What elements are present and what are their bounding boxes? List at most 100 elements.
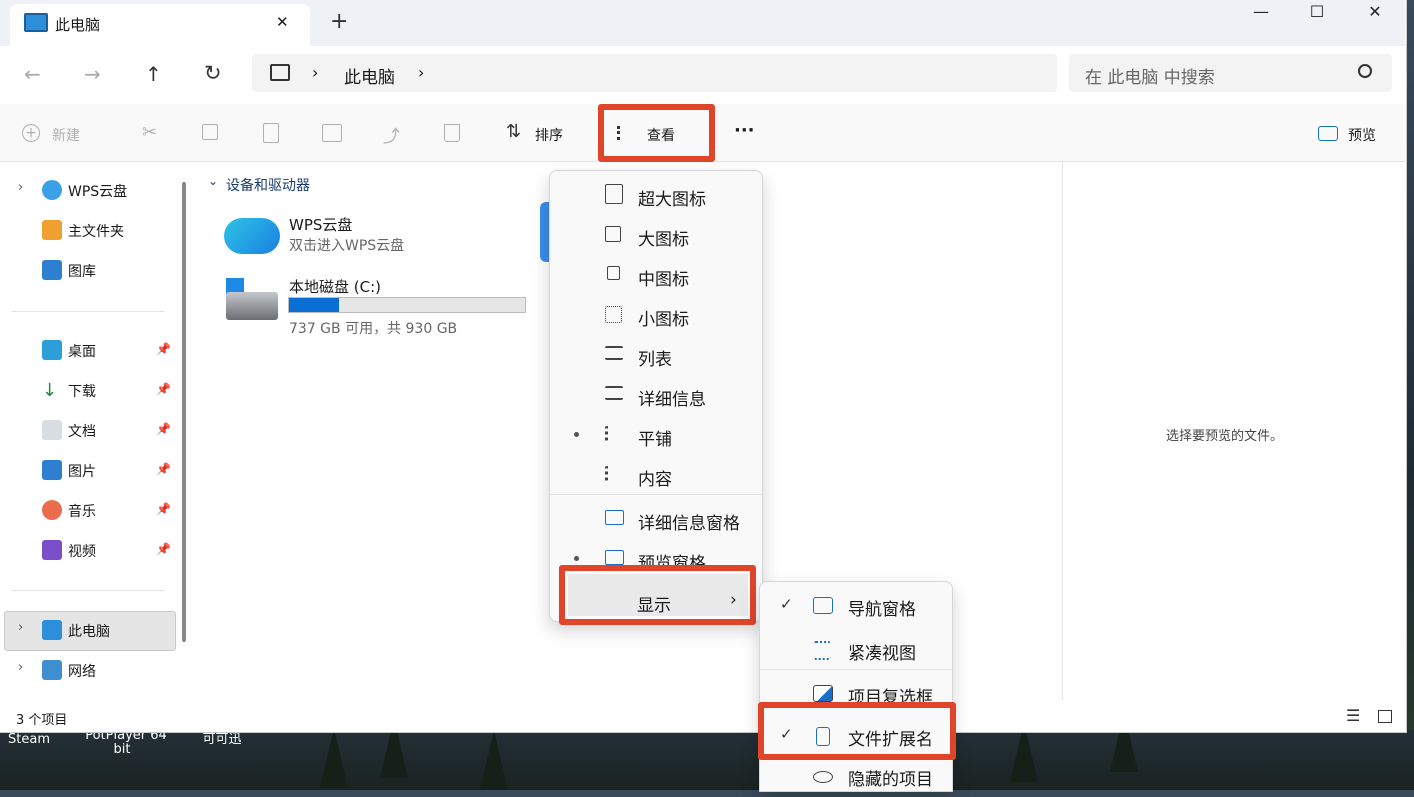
sidebar-item-gallery[interactable]: 图库 (0, 252, 180, 288)
item-name[interactable]: 本地磁盘 (C:) (289, 276, 381, 297)
sidebar-item-this-pc[interactable]: › 此电脑 (0, 612, 180, 648)
rename-icon[interactable] (322, 124, 342, 142)
view-menu: 超大图标 大图标 中图标 小图标 列表 详细信息 平铺 内容 详细信息窗格 预览… (549, 170, 763, 622)
document-icon (42, 420, 62, 440)
pin-icon[interactable]: 📌 (156, 502, 171, 516)
view-button[interactable]: 查看 (647, 125, 675, 145)
more-options-button[interactable]: ··· (734, 120, 755, 141)
menu-item-details-pane[interactable]: 详细信息窗格 (550, 498, 762, 538)
pin-icon[interactable]: 📌 (156, 382, 171, 396)
sidebar-item-label: 图库 (68, 264, 96, 280)
item-subtitle: 双击进入WPS云盘 (289, 238, 405, 254)
menu-item-large-icons[interactable]: 大图标 (550, 214, 762, 254)
forward-icon[interactable]: → (84, 62, 101, 86)
close-window-button[interactable]: ✕ (1352, 0, 1398, 26)
menu-item-label: 详细信息窗格 (638, 514, 740, 534)
sidebar-item-videos[interactable]: 视频 📌 (0, 532, 180, 568)
gallery-icon (42, 260, 62, 280)
desktop-icon-label[interactable]: bit (100, 742, 144, 757)
refresh-icon[interactable]: ↻ (204, 61, 222, 85)
submenu-item-compact-view[interactable]: 紧凑视图 (760, 627, 952, 671)
delete-icon[interactable] (444, 124, 460, 142)
sidebar-item-label: 视频 (68, 544, 96, 560)
up-icon[interactable]: ↑ (145, 62, 162, 86)
list-icon (605, 346, 623, 360)
computer-icon (24, 13, 48, 32)
medium-icons-icon (607, 266, 620, 280)
drive-usage-bar (288, 297, 526, 313)
group-header[interactable]: 设备和驱动器 (226, 175, 310, 195)
menu-item-label: 大图标 (638, 230, 689, 250)
details-view-icon[interactable]: ☰ (1346, 706, 1360, 725)
menu-item-label: 平铺 (638, 430, 672, 450)
menu-item-label: 超大图标 (638, 190, 706, 210)
sidebar-item-downloads[interactable]: ↓ 下载 📌 (0, 372, 180, 408)
new-button[interactable]: 新建 (52, 125, 80, 145)
item-checkbox-icon (813, 685, 833, 702)
drive-usage-fill (289, 298, 339, 312)
sidebar-item-wps-cloud[interactable]: › WPS云盘 (0, 172, 180, 208)
desktop-icon-label[interactable]: Steam (4, 732, 54, 747)
item-name[interactable]: WPS云盘 (289, 214, 352, 235)
check-icon: ✓ (780, 595, 793, 613)
menu-item-medium-icons[interactable]: 中图标 (550, 254, 762, 294)
back-icon[interactable]: ← (24, 62, 41, 86)
sidebar-item-home[interactable]: 主文件夹 (0, 212, 180, 248)
list-item[interactable] (224, 276, 280, 322)
item-subtitle: 737 GB 可用，共 930 GB (289, 321, 458, 337)
menu-item-tiles[interactable]: 平铺 (550, 414, 762, 454)
breadcrumb-this-pc[interactable]: 此电脑 (344, 63, 395, 88)
sidebar-item-pictures[interactable]: 图片 📌 (0, 452, 180, 488)
menu-item-small-icons[interactable]: 小图标 (550, 294, 762, 334)
sidebar-scrollbar[interactable] (182, 182, 186, 642)
sidebar-item-label: 桌面 (68, 344, 96, 360)
sort-button[interactable]: 排序 (535, 125, 563, 145)
search-input[interactable]: 在 此电脑 中搜索 (1085, 63, 1215, 88)
home-icon (42, 220, 62, 240)
sidebar-item-desktop[interactable]: 桌面 📌 (0, 332, 180, 368)
selected-dot-icon (574, 432, 579, 437)
menu-item-extra-large-icons[interactable]: 超大图标 (550, 174, 762, 214)
menu-item-label: 内容 (638, 470, 672, 490)
submenu-item-navigation-pane[interactable]: ✓ 导航窗格 (760, 583, 952, 627)
menu-item-content[interactable]: 内容 (550, 454, 762, 494)
chevron-right-icon[interactable]: › (18, 180, 23, 195)
maximize-button[interactable]: ☐ (1294, 0, 1340, 26)
details-icon (605, 386, 623, 400)
menu-item-details[interactable]: 详细信息 (550, 374, 762, 414)
sidebar-item-documents[interactable]: 文档 📌 (0, 412, 180, 448)
pin-icon[interactable]: 📌 (156, 542, 171, 556)
copy-icon[interactable] (202, 124, 218, 140)
close-tab-icon[interactable]: ✕ (276, 13, 289, 31)
sidebar-item-label: 文档 (68, 424, 96, 440)
preview-placeholder: 选择要预览的文件。 (1166, 429, 1284, 444)
submenu-item-label: 隐藏的项目 (848, 770, 933, 790)
chevron-right-icon[interactable]: › (18, 620, 23, 635)
content-icon (605, 466, 626, 482)
share-icon[interactable]: ⤴ (383, 122, 400, 147)
tree-silhouette (480, 730, 508, 790)
minimize-button[interactable]: — (1238, 0, 1284, 26)
sidebar-item-music[interactable]: 音乐 📌 (0, 492, 180, 528)
cut-icon[interactable]: ✂ (142, 122, 157, 143)
collapse-chevron-icon[interactable]: ⌄ (208, 174, 218, 188)
paste-icon[interactable] (263, 123, 279, 143)
new-tab-button[interactable]: + (330, 9, 348, 34)
view-icon (617, 126, 638, 140)
breadcrumb-separator-icon: › (312, 63, 319, 82)
chevron-right-icon[interactable]: › (18, 660, 23, 675)
divider (760, 669, 952, 670)
sidebar-item-network[interactable]: › 网络 (0, 652, 180, 688)
preview-button[interactable]: 预览 (1348, 125, 1376, 145)
pin-icon[interactable]: 📌 (156, 342, 171, 356)
list-item[interactable] (224, 210, 280, 254)
drive-icon (226, 292, 278, 320)
small-icons-icon (605, 306, 622, 323)
menu-item-label: 小图标 (638, 310, 689, 330)
pin-icon[interactable]: 📌 (156, 462, 171, 476)
menu-item-list[interactable]: 列表 (550, 334, 762, 374)
pin-icon[interactable]: 📌 (156, 422, 171, 436)
computer-icon (42, 620, 62, 640)
tiles-view-icon[interactable] (1378, 710, 1392, 723)
breadcrumb-chevron-icon[interactable]: › (418, 63, 424, 82)
